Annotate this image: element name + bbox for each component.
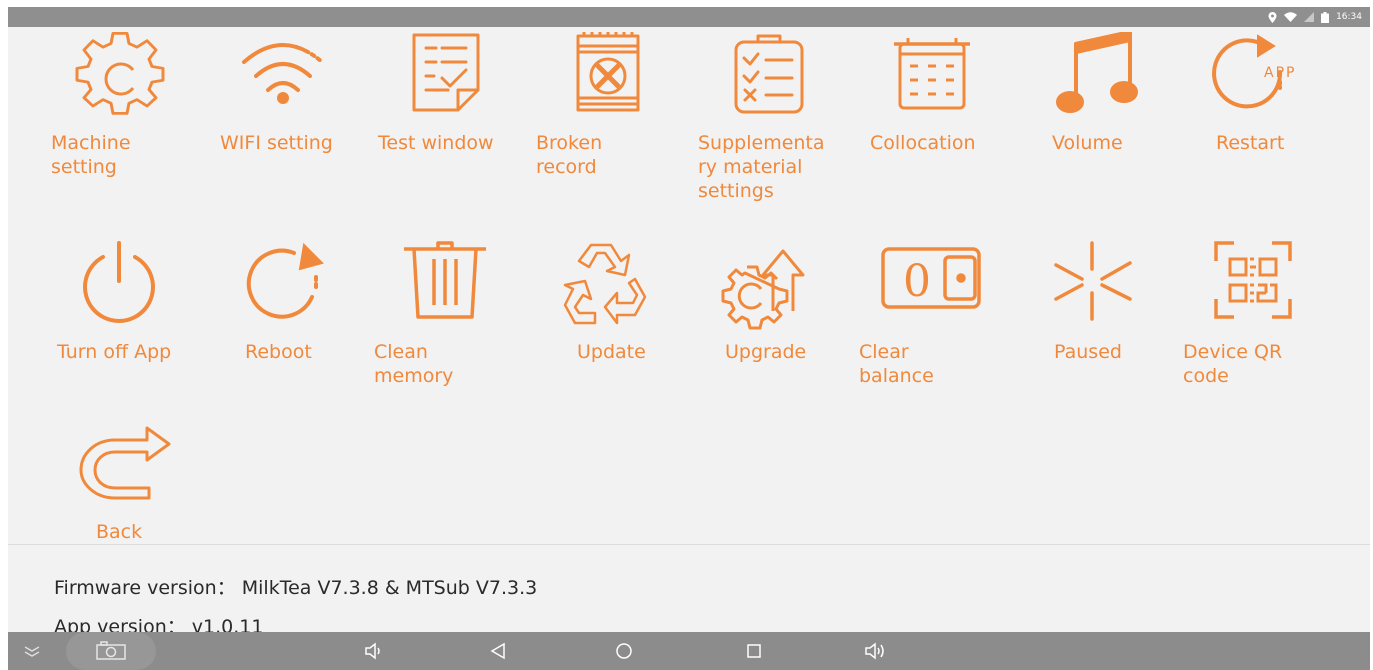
update-button[interactable]: Update (561, 241, 711, 431)
machine-setting-label: Machine setting (51, 132, 131, 178)
clipboard-checklist-icon (730, 32, 820, 122)
recents-button[interactable] (736, 632, 772, 670)
clear-balance-label: Clear balance (859, 341, 934, 387)
collocation-label: Collocation (870, 132, 976, 154)
restart-label: Restart (1216, 132, 1285, 154)
upgrade-button[interactable]: Upgrade (721, 241, 871, 431)
screenshot-icon (95, 641, 127, 661)
wallet-icon: 0 (881, 241, 981, 331)
screen: 16:34 Machine setting WIFI setting Test … (8, 7, 1370, 670)
restart-button[interactable]: APP Restart (1208, 32, 1358, 222)
status-bar: 16:34 (8, 7, 1370, 27)
nav-bar (8, 632, 1370, 670)
test-window-icon (404, 32, 494, 122)
signal-icon (1304, 12, 1315, 22)
paused-icon (1054, 241, 1144, 331)
battery-icon (1321, 11, 1330, 23)
machine-setting-button[interactable]: Machine setting (51, 32, 225, 222)
gear-icon (75, 32, 165, 122)
qr-code-icon (1214, 241, 1304, 331)
supplementary-material-settings-button[interactable]: Supplementa ry material settings (698, 32, 880, 222)
collocation-button[interactable]: Collocation (870, 32, 1044, 222)
device-qr-code-label: Device QR code (1183, 341, 1283, 387)
clear-balance-button[interactable]: 0 Clear balance (859, 241, 1031, 431)
turn-off-app-button[interactable]: Turn off App (57, 241, 229, 431)
back-icon (489, 642, 507, 660)
volume-up-icon (864, 642, 888, 660)
reboot-button[interactable]: Reboot (240, 241, 390, 431)
recycle-icon (561, 241, 651, 331)
turn-off-app-label: Turn off App (57, 341, 172, 363)
collapse-button[interactable] (18, 632, 46, 670)
restart-app-icon: APP (1208, 32, 1298, 122)
volume-down-icon (364, 642, 384, 660)
back-label: Back (96, 521, 143, 543)
firmware-version: Firmware version： MilkTea V7.3.8 & MTSub… (54, 577, 538, 599)
volume-down-button[interactable] (356, 632, 392, 670)
divider (8, 544, 1370, 545)
music-note-icon (1056, 32, 1146, 122)
collapse-icon (23, 645, 41, 657)
status-time: 16:34 (1336, 12, 1362, 22)
home-icon (615, 642, 633, 660)
volume-label: Volume (1052, 132, 1123, 154)
test-window-label: Test window (378, 132, 494, 154)
location-icon (1268, 11, 1277, 23)
power-icon (79, 241, 169, 331)
test-window-button[interactable]: Test window (378, 32, 554, 222)
wifi-icon (1284, 12, 1298, 22)
paused-button[interactable]: Paused (1054, 241, 1204, 431)
wifi-icon (238, 32, 328, 122)
upgrade-label: Upgrade (725, 341, 807, 363)
recents-icon (745, 642, 763, 660)
update-label: Update (577, 341, 646, 363)
home-button[interactable] (606, 632, 642, 670)
back-arrow-icon (77, 426, 171, 516)
screenshot-button[interactable] (66, 632, 156, 670)
clean-memory-label: Clean memory (374, 341, 454, 387)
broken-record-icon (570, 32, 660, 122)
svg-text:0: 0 (903, 256, 931, 307)
status-icons: 16:34 (1268, 9, 1362, 25)
supplementary-material-settings-label: Supplementa ry material settings (698, 132, 825, 202)
reboot-icon (240, 241, 330, 331)
gear-upgrade-icon (721, 241, 811, 331)
wifi-setting-label: WIFI setting (220, 132, 333, 154)
paused-label: Paused (1054, 341, 1122, 363)
trash-icon (402, 241, 492, 331)
wifi-setting-button[interactable]: WIFI setting (220, 32, 388, 222)
volume-up-button[interactable] (858, 632, 894, 670)
back-nav-button[interactable] (480, 632, 516, 670)
svg-text:APP: APP (1264, 65, 1296, 81)
calendar-icon (894, 32, 984, 122)
clean-memory-button[interactable]: Clean memory (374, 241, 552, 431)
device-qr-code-button[interactable]: Device QR code (1183, 241, 1364, 431)
reboot-label: Reboot (245, 341, 312, 363)
volume-button[interactable]: Volume (1052, 32, 1206, 222)
broken-record-label: Broken record (536, 132, 603, 178)
